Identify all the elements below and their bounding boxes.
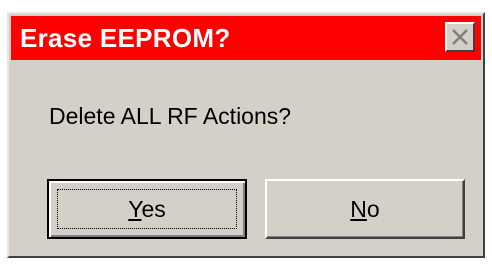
dialog-message: Delete ALL RF Actions? bbox=[49, 103, 292, 129]
yes-button[interactable]: Yes bbox=[47, 179, 247, 239]
title-bar[interactable]: Erase EEPROM? bbox=[11, 16, 481, 60]
dialog-title: Erase EEPROM? bbox=[20, 23, 231, 53]
close-icon bbox=[452, 29, 468, 45]
no-mnemonic: N bbox=[350, 195, 367, 222]
no-button-label: No bbox=[350, 196, 379, 223]
close-button[interactable] bbox=[445, 22, 475, 52]
no-rest: o bbox=[366, 195, 380, 222]
focus-ring bbox=[57, 189, 237, 229]
erase-eeprom-dialog: Erase EEPROM? Delete ALL RF Actions? Yes… bbox=[7, 12, 485, 258]
no-button[interactable]: No bbox=[265, 179, 465, 239]
